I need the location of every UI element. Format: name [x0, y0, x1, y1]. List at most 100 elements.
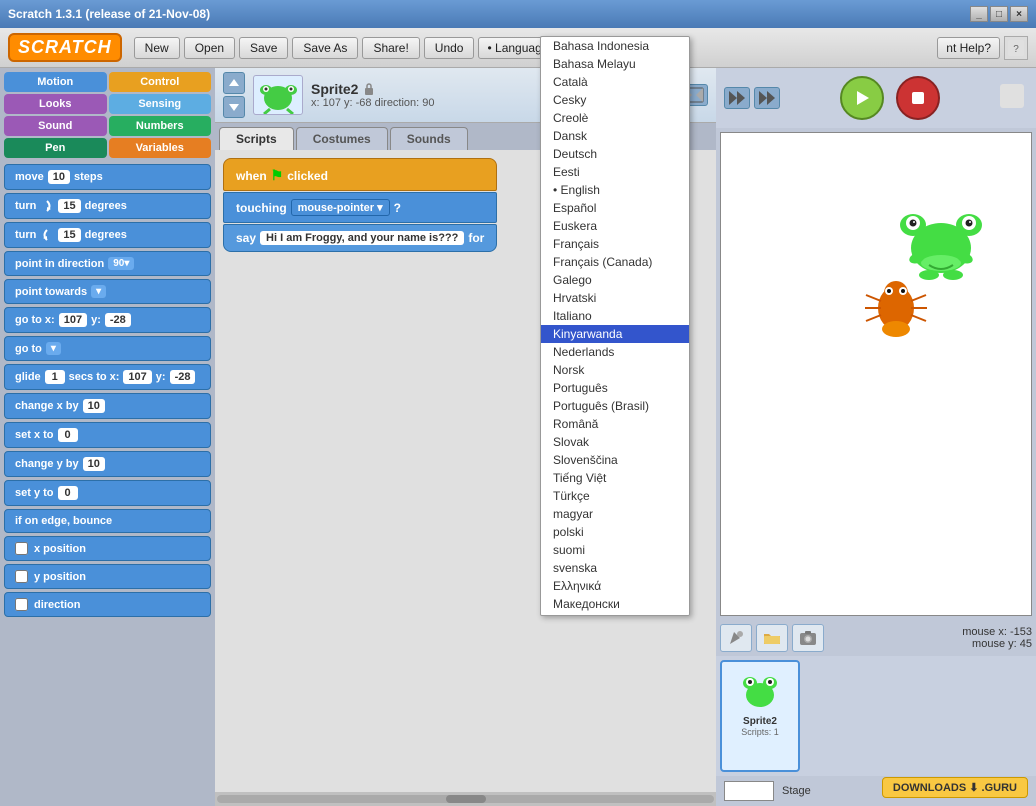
- title-bar: Scratch 1.3.1 (release of 21-Nov-08) _ □…: [0, 0, 1036, 28]
- block-goto[interactable]: go to ▾: [4, 336, 211, 361]
- lang-norsk[interactable]: Norsk: [541, 361, 689, 379]
- block-goto-xy[interactable]: go to x: 107 y: -28: [4, 307, 211, 333]
- open-button[interactable]: Open: [184, 37, 235, 59]
- camera-tool-btn[interactable]: [792, 624, 824, 652]
- sprite-thumbnail: [253, 75, 303, 115]
- lang-cesky[interactable]: Cesky: [541, 91, 689, 109]
- block-edge-bounce[interactable]: if on edge, bounce: [4, 509, 211, 533]
- direction-checkbox[interactable]: [15, 598, 28, 611]
- category-numbers[interactable]: Numbers: [109, 116, 212, 136]
- touching-dropdown[interactable]: mouse-pointer ▾: [291, 199, 390, 216]
- block-y-position[interactable]: y position: [4, 564, 211, 589]
- say-text[interactable]: Hi I am Froggy, and your name is???: [260, 231, 464, 245]
- lang-galego[interactable]: Galego: [541, 271, 689, 289]
- lang-suomi[interactable]: suomi: [541, 541, 689, 559]
- category-sensing[interactable]: Sensing: [109, 94, 212, 114]
- stage-nav-controls: [724, 87, 780, 109]
- block-touching[interactable]: touching mouse-pointer ▾ ?: [223, 192, 497, 223]
- lang-francais-canada[interactable]: Français (Canada): [541, 253, 689, 271]
- lang-catala[interactable]: Català: [541, 73, 689, 91]
- lang-portugues[interactable]: Português: [541, 379, 689, 397]
- lang-macedonian[interactable]: Македонски: [541, 595, 689, 613]
- sprite-nav-up[interactable]: [223, 72, 245, 94]
- lang-creole[interactable]: Creolè: [541, 109, 689, 127]
- category-pen[interactable]: Pen: [4, 138, 107, 158]
- lang-espanol[interactable]: Español: [541, 199, 689, 217]
- lang-magyar[interactable]: magyar: [541, 505, 689, 523]
- stage-arrows-btn[interactable]: [724, 87, 750, 109]
- block-point-direction[interactable]: point in direction 90▾: [4, 251, 211, 276]
- tab-scripts[interactable]: Scripts: [219, 127, 294, 150]
- tab-sounds[interactable]: Sounds: [390, 127, 468, 150]
- stop-button[interactable]: [896, 76, 940, 120]
- sprite-nav-down[interactable]: [223, 96, 245, 118]
- help-icon[interactable]: ?: [1004, 36, 1028, 60]
- lang-bahasa-melayu[interactable]: Bahasa Melayu: [541, 55, 689, 73]
- lang-romana[interactable]: Română: [541, 415, 689, 433]
- help-corner: [1000, 84, 1028, 112]
- lang-italiano[interactable]: Italiano: [541, 307, 689, 325]
- block-point-towards[interactable]: point towards ▾: [4, 279, 211, 304]
- lang-polski[interactable]: polski: [541, 523, 689, 541]
- category-looks[interactable]: Looks: [4, 94, 107, 114]
- lang-hrvatski[interactable]: Hrvatski: [541, 289, 689, 307]
- block-set-y[interactable]: set y to 0: [4, 480, 211, 506]
- lang-turkce[interactable]: Türkçe: [541, 487, 689, 505]
- y-position-checkbox[interactable]: [15, 570, 28, 583]
- block-change-y[interactable]: change y by 10: [4, 451, 211, 477]
- block-x-position[interactable]: x position: [4, 536, 211, 561]
- lang-tieng-viet[interactable]: Tiếng Việt: [541, 469, 689, 487]
- scroll-thumb[interactable]: [446, 795, 486, 803]
- lang-slovenscina[interactable]: Slovenščina: [541, 451, 689, 469]
- paint-tool-btn[interactable]: [720, 624, 752, 652]
- minimize-button[interactable]: _: [970, 6, 988, 22]
- tab-costumes[interactable]: Costumes: [296, 127, 388, 150]
- block-set-x[interactable]: set x to 0: [4, 422, 211, 448]
- close-button[interactable]: ×: [1010, 6, 1028, 22]
- sprite-nav: [223, 72, 245, 118]
- block-turn-left[interactable]: turn 15 degrees: [4, 222, 211, 248]
- block-turn-right[interactable]: turn 15 degrees: [4, 193, 211, 219]
- block-say[interactable]: say Hi I am Froggy, and your name is??? …: [223, 224, 497, 252]
- lang-svenska[interactable]: svenska: [541, 559, 689, 577]
- lang-eesti[interactable]: Eesti: [541, 163, 689, 181]
- maximize-button[interactable]: □: [990, 6, 1008, 22]
- lang-kinyarwanda[interactable]: Kinyarwanda: [541, 325, 689, 343]
- save-as-button[interactable]: Save As: [292, 37, 358, 59]
- lang-deutsch[interactable]: Deutsch: [541, 145, 689, 163]
- lang-mongolian[interactable]: Монголоор: [541, 613, 689, 616]
- lang-english[interactable]: • English: [541, 181, 689, 199]
- category-motion[interactable]: Motion: [4, 72, 107, 92]
- folder-tool-btn[interactable]: [756, 624, 788, 652]
- block-categories: Motion Control Looks Sensing Sound Numbe…: [4, 72, 211, 158]
- lang-euskera[interactable]: Euskera: [541, 217, 689, 235]
- block-direction[interactable]: direction: [4, 592, 211, 617]
- lang-bahasa-indonesia[interactable]: Bahasa Indonesia: [541, 37, 689, 55]
- stage-resize-btn[interactable]: [754, 87, 780, 109]
- lang-nederlands[interactable]: Nederlands: [541, 343, 689, 361]
- save-button[interactable]: Save: [239, 37, 288, 59]
- lang-greek[interactable]: Ελληνικά: [541, 577, 689, 595]
- play-button[interactable]: [840, 76, 884, 120]
- block-move[interactable]: move 10 steps: [4, 164, 211, 190]
- new-button[interactable]: New: [134, 37, 180, 59]
- x-position-checkbox[interactable]: [15, 542, 28, 555]
- lang-slovak[interactable]: Slovak: [541, 433, 689, 451]
- h-scrollbar[interactable]: [215, 792, 716, 806]
- help-button[interactable]: nt Help?: [937, 37, 1000, 59]
- share-button[interactable]: Share!: [362, 37, 419, 59]
- stage-preview-box: [724, 781, 774, 801]
- window-controls: _ □ ×: [970, 6, 1028, 22]
- lang-dansk[interactable]: Dansk: [541, 127, 689, 145]
- block-glide[interactable]: glide 1 secs to x: 107 y: -28: [4, 364, 211, 390]
- category-control[interactable]: Control: [109, 72, 212, 92]
- block-change-x[interactable]: change x by 10: [4, 393, 211, 419]
- sprite-list-item[interactable]: Sprite2 Scripts: 1: [720, 660, 800, 772]
- category-sound[interactable]: Sound: [4, 116, 107, 136]
- bug-sprite: [861, 273, 931, 343]
- category-variables[interactable]: Variables: [109, 138, 212, 158]
- undo-button[interactable]: Undo: [424, 37, 475, 59]
- lang-portugues-brasil[interactable]: Português (Brasil): [541, 397, 689, 415]
- block-when-flag[interactable]: when ⚑ clicked: [223, 158, 497, 191]
- lang-francais[interactable]: Français: [541, 235, 689, 253]
